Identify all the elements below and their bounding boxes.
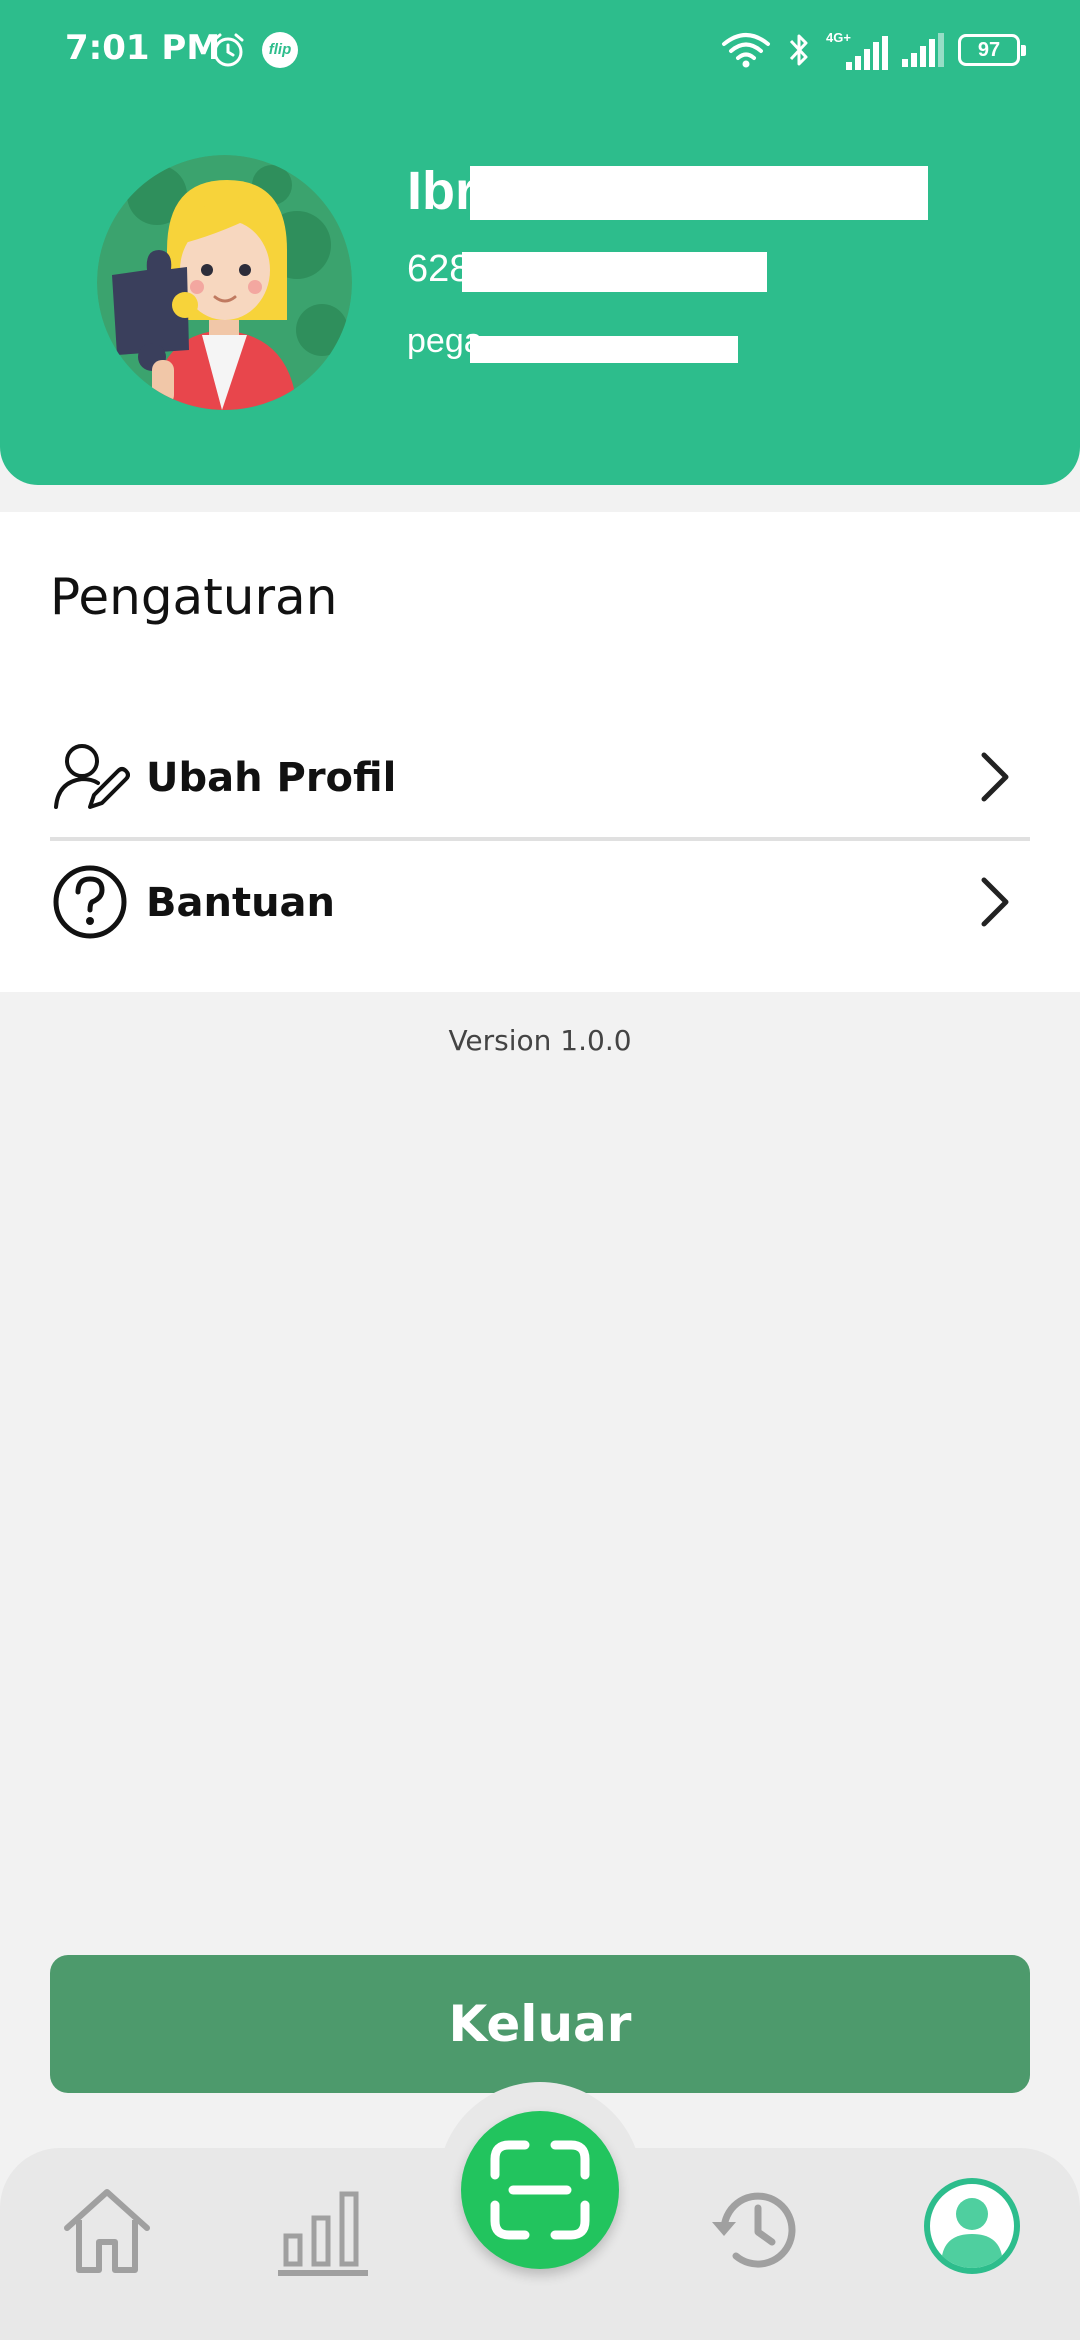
battery-icon: 97 [958,34,1026,66]
nav-profile-icon[interactable] [922,2176,1022,2276]
bluetooth-icon [789,34,808,66]
alarm-icon [212,33,244,67]
nav-stats-icon[interactable] [274,2180,374,2280]
profile-name: Ibr [407,161,477,221]
wifi-icon [722,33,770,68]
nav-history-icon[interactable] [706,2180,806,2280]
flip-app-icon: flip [262,32,298,68]
redaction-name [470,166,928,220]
profile-header: 7:01 PM flip 4G+ 97 Ibr 628 pega [0,0,1080,485]
edit-profile-icon [54,744,130,809]
mobile-signal-4g: 4G+ [826,30,888,70]
status-time: 7:01 PM [65,28,221,68]
settings-item-label: Ubah Profil [146,755,397,801]
redaction-email [470,336,738,363]
profile-phone: 628 [407,248,471,290]
nav-home-icon[interactable] [57,2180,157,2280]
settings-item-label: Bantuan [146,880,336,926]
scan-button[interactable] [461,2111,619,2269]
status-bar: 7:01 PM flip 4G+ 97 [0,0,1080,100]
redaction-phone [462,252,767,292]
settings-section: Pengaturan Ubah Profil Bantuan [0,512,1080,992]
help-icon [53,865,127,939]
divider [50,837,1030,841]
chevron-right-icon [981,752,1009,802]
settings-item-help[interactable]: Bantuan [50,842,1030,962]
status-icons: 4G+ 97 [720,28,1026,72]
settings-title: Pengaturan [50,568,338,626]
scan-icon [490,2140,590,2240]
logout-button[interactable]: Keluar [50,1955,1030,2093]
avatar [97,155,352,410]
settings-item-edit-profile[interactable]: Ubah Profil [50,717,1030,837]
chevron-right-icon [981,877,1009,927]
signal-icon [902,33,944,67]
app-version: Version 1.0.0 [448,1024,632,1057]
